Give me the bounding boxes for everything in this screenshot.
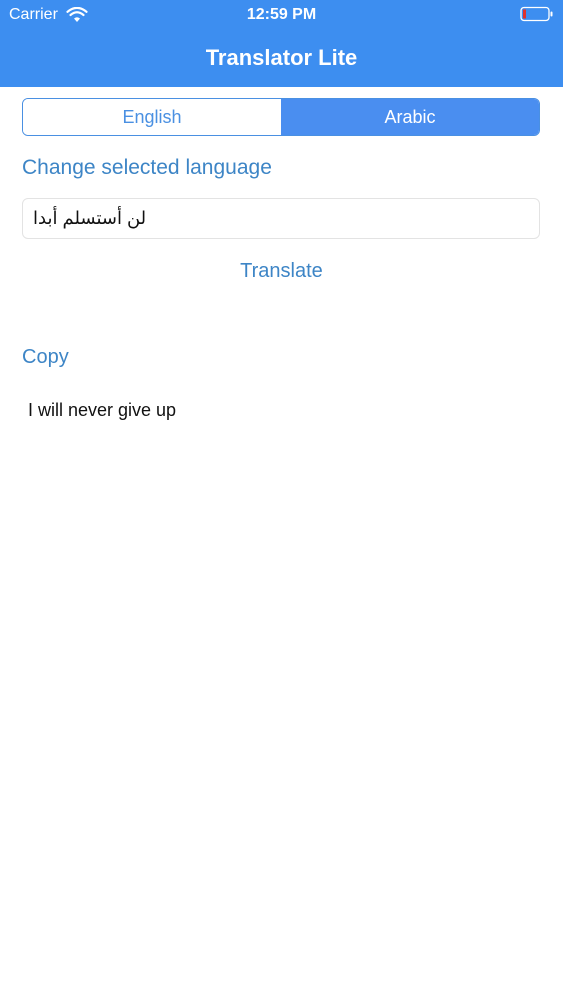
copy-button[interactable]: Copy: [22, 344, 69, 370]
segment-arabic[interactable]: Arabic: [281, 99, 539, 135]
status-bar: Carrier 12:59 PM: [0, 0, 563, 30]
battery-low-icon: [520, 6, 554, 22]
segment-english[interactable]: English: [23, 99, 281, 135]
translation-result: I will never give up: [28, 400, 177, 420]
nav-header: Carrier 12:59 PM Translator Lite: [0, 0, 563, 87]
app-title: Translator Lite: [205, 45, 358, 70]
translate-button[interactable]: Translate: [0, 258, 563, 284]
clock: 12:59 PM: [246, 6, 317, 23]
source-text-value: لن أستسلم أبدا: [33, 208, 147, 228]
source-text-input[interactable]: لن أستسلم أبدا: [22, 198, 540, 239]
change-language-button[interactable]: Change selected language: [22, 155, 272, 181]
language-segmented-control[interactable]: English Arabic: [22, 98, 540, 136]
